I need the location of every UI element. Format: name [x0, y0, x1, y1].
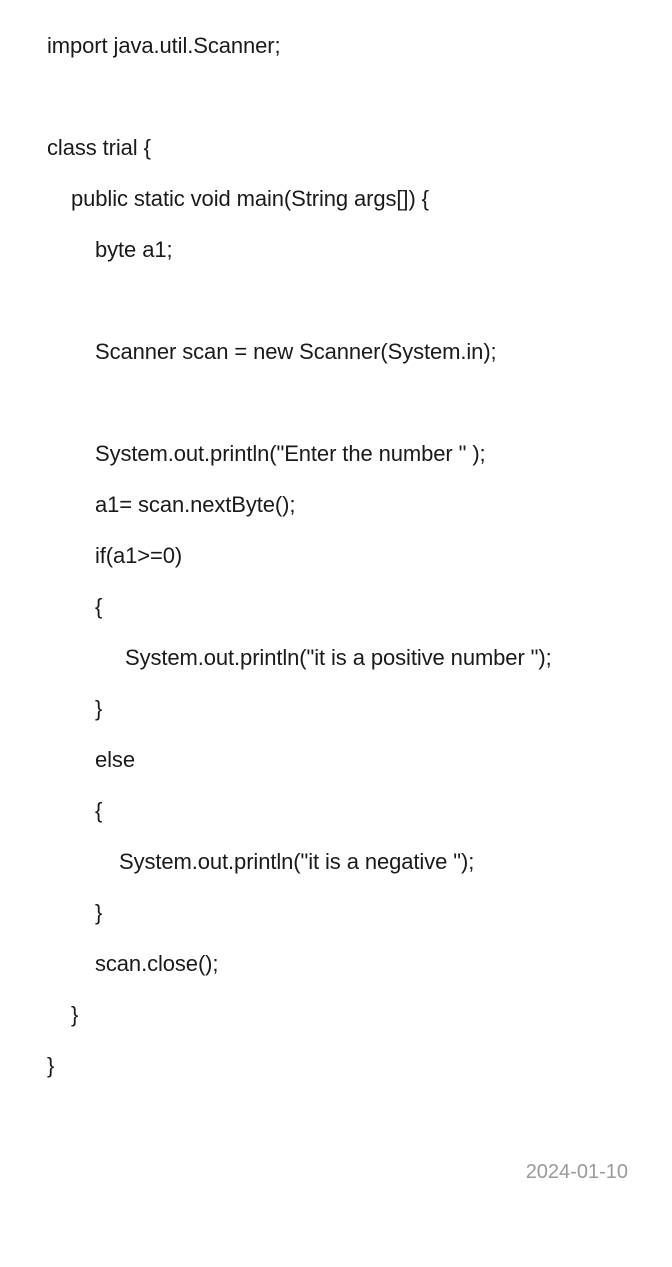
- code-line: scan.close();: [95, 951, 219, 976]
- code-line: System.out.println("it is a negative ");: [119, 849, 475, 874]
- code-line: {: [95, 798, 103, 823]
- note-body[interactable]: import java.util.Scanner; class trial { …: [0, 0, 672, 1267]
- code-line: import java.util.Scanner;: [47, 33, 281, 58]
- code-line: class trial {: [47, 135, 151, 160]
- code-line: System.out.println("Enter the number " )…: [95, 441, 486, 466]
- code-line: byte a1;: [95, 237, 173, 262]
- code-line: else: [95, 747, 135, 772]
- note-date: 2024-01-10: [525, 1161, 628, 1183]
- code-line: }: [71, 1002, 79, 1027]
- code-line: }: [95, 696, 103, 721]
- code-line: System.out.println("it is a positive num…: [125, 645, 552, 670]
- code-line: }: [95, 900, 103, 925]
- code-line: if(a1>=0): [95, 543, 183, 568]
- code-line: a1= scan.nextByte();: [95, 492, 296, 517]
- code-line: {: [95, 594, 103, 619]
- code-line: public static void main(String args[]) {: [71, 186, 429, 211]
- code-line: }: [47, 1053, 55, 1078]
- code-line: Scanner scan = new Scanner(System.in);: [95, 339, 497, 364]
